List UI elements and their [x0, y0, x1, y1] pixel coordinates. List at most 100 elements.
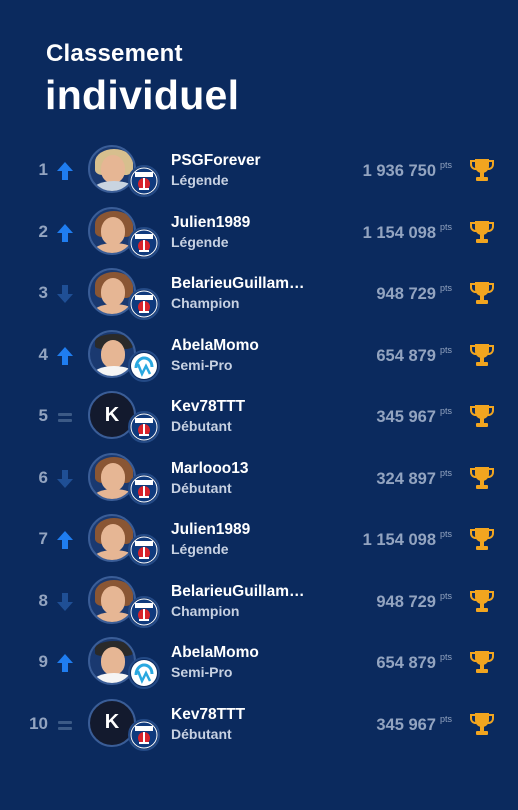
arrow-up-icon — [56, 653, 74, 673]
om-club-badge-icon — [128, 349, 160, 382]
player-name[interactable]: Marlooo13 — [171, 460, 249, 478]
player-points: 324 897 — [376, 469, 436, 488]
psg-club-badge-icon — [128, 165, 160, 197]
ranking-list: 1 PSGForever Légende 1 936 750 pts 2 Julien198… — [0, 139, 518, 754]
rank-number: 9 — [38, 652, 48, 671]
player-points: 1 154 098 — [362, 223, 436, 242]
player-avatar[interactable] — [88, 145, 160, 197]
points-unit: pts — [440, 713, 453, 724]
player-avatar[interactable] — [88, 452, 160, 505]
trophy-icon[interactable] — [470, 711, 494, 737]
player-avatar[interactable] — [88, 575, 160, 628]
leaderboard-row[interactable]: 4 AbelaMomo Semi-Pro 654 879 pts — [0, 324, 518, 386]
player-level: Semi-Pro — [171, 356, 233, 373]
psg-club-badge-icon — [128, 472, 160, 505]
player-level: Légende — [171, 233, 229, 250]
player-name[interactable]: BelarieuGuillam… — [171, 583, 305, 601]
trophy-icon[interactable] — [470, 280, 494, 306]
points-unit: pts — [440, 652, 453, 662]
arrow-up-icon — [56, 530, 74, 550]
leaderboard-row[interactable]: 9 AbelaMomo Semi-Pro 654 879 pts — [0, 631, 518, 693]
equal-icon — [56, 407, 74, 427]
player-avatar[interactable] — [88, 637, 160, 689]
player-points: 345 967 — [376, 715, 436, 734]
points-unit: pts — [440, 467, 453, 478]
player-avatar[interactable] — [88, 514, 160, 566]
rank-number: 3 — [38, 283, 48, 302]
points-unit: pts — [440, 283, 453, 293]
rank-number: 1 — [38, 160, 48, 179]
arrow-up-icon — [56, 223, 74, 243]
points-unit: pts — [440, 221, 453, 232]
psg-club-badge-icon — [128, 226, 160, 259]
player-avatar[interactable] — [88, 206, 160, 259]
player-name[interactable]: AbelaMomo — [171, 337, 259, 355]
avatar-letter: K — [104, 711, 120, 733]
rank-number: 2 — [38, 221, 48, 241]
psg-club-badge-icon — [128, 595, 160, 628]
player-points: 1 936 750 — [362, 162, 436, 180]
leaderboard-row[interactable]: 7 Julien1989 Légende 1 154 098 pts — [0, 508, 518, 570]
player-name[interactable]: Kev78TTT — [171, 398, 245, 416]
trophy-icon[interactable] — [470, 526, 494, 552]
player-avatar[interactable]: K — [88, 698, 160, 751]
player-name[interactable]: PSGForever — [171, 152, 261, 170]
player-name[interactable]: Kev78TTT — [171, 706, 245, 724]
trophy-icon[interactable] — [470, 342, 494, 368]
player-points: 1 154 098 — [362, 531, 436, 549]
player-points: 654 879 — [376, 346, 436, 365]
points-unit: pts — [440, 406, 453, 416]
player-points: 948 729 — [376, 285, 436, 303]
arrow-up-icon — [56, 346, 74, 366]
player-level: Légende — [171, 541, 229, 557]
trophy-icon[interactable] — [470, 219, 494, 245]
player-name[interactable]: Julien1989 — [171, 521, 250, 539]
player-level: Champion — [171, 602, 240, 619]
player-name[interactable]: BelarieuGuillam… — [171, 275, 305, 293]
player-points: 948 729 — [376, 592, 436, 611]
player-avatar[interactable] — [88, 329, 160, 382]
leaderboard-row[interactable]: 5 K Kev78TTT Débutant 345 967 pts — [0, 385, 518, 447]
trophy-icon[interactable] — [470, 465, 494, 491]
psg-club-badge-icon — [128, 718, 160, 751]
player-points: 345 967 — [376, 408, 436, 426]
player-level: Semi-Pro — [171, 664, 233, 680]
equal-icon — [56, 715, 74, 735]
psg-club-badge-icon — [128, 411, 160, 443]
leaderboard-row[interactable]: 8 BelarieuGuillam… Champion 948 729 pts — [0, 570, 518, 632]
arrow-down-icon — [56, 469, 74, 489]
player-points: 654 879 — [376, 654, 436, 672]
arrow-up-icon — [56, 161, 74, 181]
player-level: Légende — [171, 172, 229, 188]
leaderboard-row[interactable]: 3 BelarieuGuillam… Champion 948 729 pts — [0, 262, 518, 324]
trophy-icon[interactable] — [470, 649, 494, 675]
rank-number: 8 — [38, 590, 48, 610]
page-title-line1: Classement — [46, 40, 183, 67]
arrow-down-icon — [56, 284, 74, 304]
trophy-icon[interactable] — [470, 588, 494, 614]
psg-club-badge-icon — [128, 534, 160, 566]
leaderboard-row[interactable]: 1 PSGForever Légende 1 936 750 pts — [0, 139, 518, 201]
rank-number: 6 — [38, 467, 48, 487]
points-unit: pts — [440, 529, 453, 539]
points-unit: pts — [440, 344, 453, 355]
leaderboard-row[interactable]: 10 K Kev78TTT Débutant 345 967 pts — [0, 693, 518, 755]
psg-club-badge-icon — [128, 288, 160, 320]
rank-number: 5 — [38, 406, 48, 425]
leaderboard-row[interactable]: 2 Julien1989 Légende 1 154 098 pts — [0, 201, 518, 263]
player-level: Débutant — [171, 725, 232, 742]
rank-number: 4 — [38, 344, 48, 364]
player-name[interactable]: Julien1989 — [171, 214, 250, 232]
player-level: Débutant — [171, 418, 232, 434]
player-name[interactable]: AbelaMomo — [171, 644, 259, 662]
page-title-line2: individuel — [45, 72, 240, 118]
rank-number: 10 — [29, 713, 48, 733]
player-level: Débutant — [171, 479, 232, 496]
trophy-icon[interactable] — [470, 157, 494, 183]
trophy-icon[interactable] — [470, 403, 494, 429]
leaderboard-row[interactable]: 6 Marlooo13 Débutant 324 897 pts — [0, 447, 518, 509]
points-unit: pts — [440, 160, 453, 170]
player-avatar[interactable]: K — [88, 391, 160, 443]
player-avatar[interactable] — [88, 268, 160, 320]
rank-number: 7 — [38, 529, 48, 548]
